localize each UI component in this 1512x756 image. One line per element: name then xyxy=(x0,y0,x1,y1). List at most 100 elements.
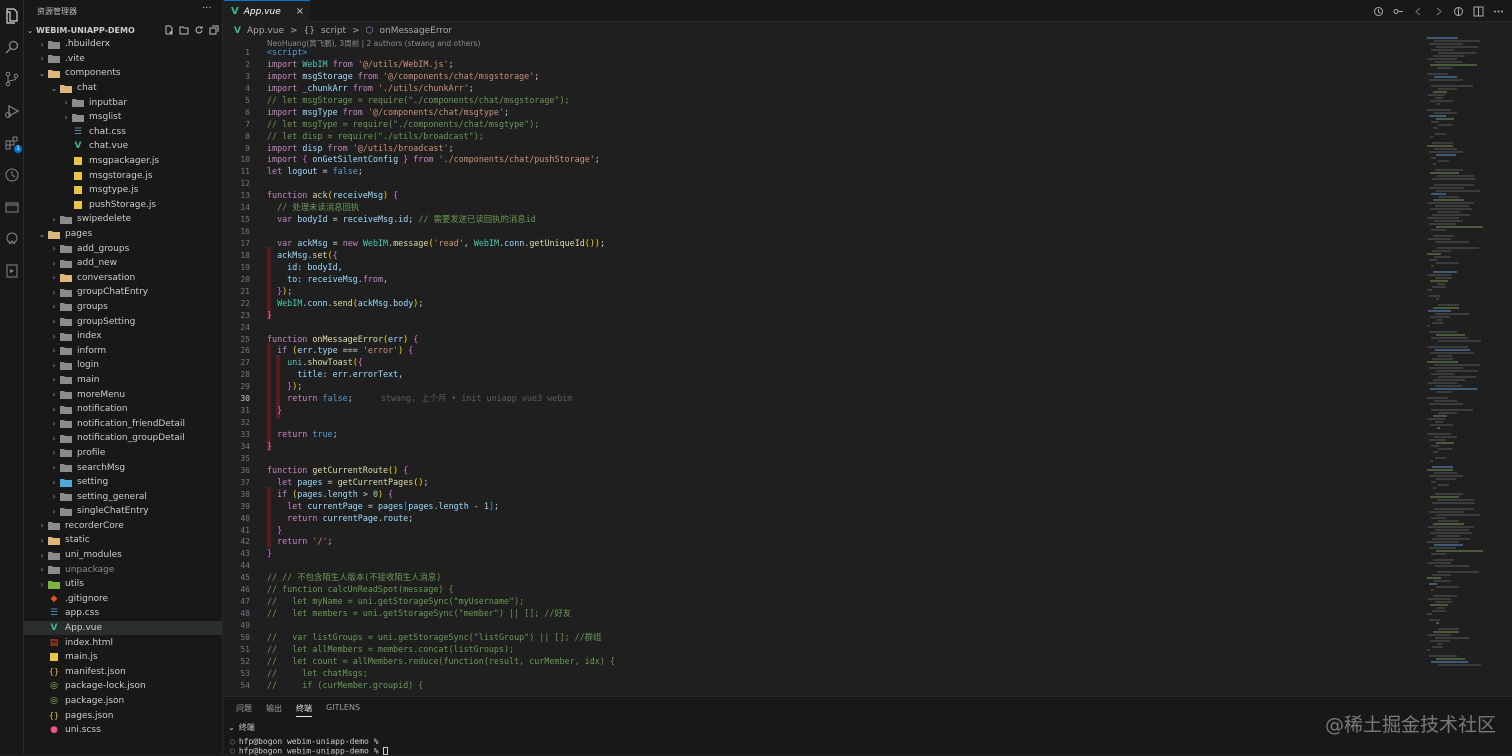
tree-item[interactable]: ⌄ chat xyxy=(24,81,222,96)
timeline-icon[interactable] xyxy=(3,166,21,184)
tree-item[interactable]: ⌄ components xyxy=(24,66,222,81)
panel-tab[interactable]: 输出 xyxy=(266,703,282,717)
tree-item[interactable]: › login xyxy=(24,358,222,373)
tree-item[interactable]: › add_new xyxy=(24,256,222,271)
timeline-history-icon[interactable] xyxy=(1372,5,1384,17)
tree-item[interactable]: › add_groups xyxy=(24,241,222,256)
run-debug-icon[interactable] xyxy=(3,102,21,120)
tree-item[interactable]: V App.vue xyxy=(24,620,222,636)
more-icon[interactable] xyxy=(1492,5,1504,17)
vue-file-icon: V xyxy=(231,6,239,17)
tree-item[interactable]: {} manifest.json xyxy=(24,665,222,680)
breadcrumb-section[interactable]: script xyxy=(321,26,346,36)
tree-item[interactable]: › groupSetting xyxy=(24,314,222,329)
remote-explorer-icon[interactable] xyxy=(3,198,21,216)
split-editor-icon[interactable] xyxy=(1472,5,1484,17)
chevron-right-icon: › xyxy=(40,54,44,64)
minimap[interactable] xyxy=(1427,37,1512,695)
minimap-line xyxy=(1433,631,1459,633)
tree-item[interactable]: ⌄ pages xyxy=(24,227,222,242)
tree-item[interactable]: › .hbuilderx xyxy=(24,37,222,52)
tree-item[interactable]: ☰ chat.css xyxy=(24,125,222,140)
source-control-icon[interactable] xyxy=(3,70,21,88)
tree-item[interactable]: msgpackager.js xyxy=(24,154,222,169)
tree-item[interactable]: › notification_groupDetail xyxy=(24,431,222,446)
minimap-line xyxy=(1433,379,1466,381)
tree-item[interactable]: › groupChatEntry xyxy=(24,285,222,300)
close-icon[interactable]: × xyxy=(296,6,304,17)
minimap-line xyxy=(1431,85,1474,87)
more-actions-button[interactable]: ··· xyxy=(202,3,212,14)
line-number: 32 xyxy=(240,418,250,428)
tree-item[interactable]: › searchMsg xyxy=(24,460,222,475)
code-line: // let msgType = require("./components/c… xyxy=(267,118,540,129)
tree-item[interactable]: ☰ app.css xyxy=(24,606,222,621)
minimap-line xyxy=(1438,340,1481,342)
tab-app-vue[interactable]: V App.vue × xyxy=(224,0,310,22)
terminal-section-header[interactable]: ⌄ 终端 xyxy=(228,722,255,733)
tree-item[interactable]: › setting_general xyxy=(24,489,222,504)
tree-item[interactable]: › static xyxy=(24,533,222,548)
minimap-line xyxy=(1430,316,1450,318)
tree-item[interactable]: Vchat.vue xyxy=(24,139,222,154)
tree-item[interactable]: › main xyxy=(24,373,222,388)
tree-item[interactable]: › swipedelete xyxy=(24,212,222,227)
tree-item[interactable]: main.js xyxy=(24,650,222,665)
tree-item[interactable]: › moreMenu xyxy=(24,387,222,402)
previous-change-icon[interactable] xyxy=(1412,5,1424,17)
minimap-line xyxy=(1431,661,1468,663)
new-file-icon[interactable] xyxy=(163,24,174,35)
tree-item[interactable]: › inputbar xyxy=(24,95,222,110)
panel-tab[interactable]: 问题 xyxy=(236,703,252,717)
next-change-icon[interactable] xyxy=(1432,5,1444,17)
extensions-icon[interactable]: 1 xyxy=(3,134,22,153)
tree-item[interactable]: › utils xyxy=(24,577,222,592)
minimap-line xyxy=(1433,55,1466,57)
search-icon[interactable] xyxy=(3,38,21,56)
chevron-right-icon: › xyxy=(52,492,56,502)
tree-item[interactable]: › msglist xyxy=(24,110,222,125)
tree-item[interactable]: › setting xyxy=(24,475,222,490)
tree-item[interactable]: › inform xyxy=(24,343,222,358)
testing-icon[interactable] xyxy=(3,262,21,280)
tree-item[interactable]: › .vite xyxy=(24,52,222,67)
tree-item[interactable]: › notification_friendDetail xyxy=(24,416,222,431)
minimap-line xyxy=(1431,409,1474,411)
minimap-line xyxy=(1432,502,1475,504)
terminal-output[interactable]: ○ hfp@bogon webim-uniapp-demo % ○ hfp@bogo… xyxy=(230,737,389,756)
panel-tab[interactable]: GITLENS xyxy=(326,703,360,717)
tree-item[interactable]: › unpackage xyxy=(24,562,222,577)
tree-item[interactable]: › notification xyxy=(24,402,222,417)
tree-item[interactable]: › singleChatEntry xyxy=(24,504,222,519)
project-header[interactable]: ⌄ WEBIM-UNIAPP-DEMO xyxy=(24,23,222,37)
tree-item[interactable]: pushStorage.js xyxy=(24,198,222,213)
tree-item[interactable]: ◎ package.json xyxy=(24,694,222,709)
new-folder-icon[interactable] xyxy=(178,24,189,35)
gitlens-inspect-icon[interactable] xyxy=(1452,5,1464,17)
tree-item[interactable]: › recorderCore xyxy=(24,519,222,534)
tree-item[interactable]: › uni_modules xyxy=(24,548,222,563)
line-number: 15 xyxy=(240,215,250,225)
refresh-icon[interactable] xyxy=(193,24,204,35)
code-area[interactable]: <script> import WebIM from '@/utils/WebIM… xyxy=(267,47,1397,692)
tree-item[interactable]: ● uni.scss xyxy=(24,723,222,738)
tree-item[interactable]: ◆ .gitignore xyxy=(24,592,222,607)
tree-item[interactable]: › index xyxy=(24,329,222,344)
breadcrumb-symbol[interactable]: onMessageError xyxy=(379,26,452,36)
minimap-line xyxy=(1436,226,1484,228)
tree-item[interactable]: msgstorage.js xyxy=(24,168,222,183)
compare-changes-icon[interactable] xyxy=(1392,5,1404,17)
panel-tab[interactable]: 终端 xyxy=(296,703,312,717)
tree-item[interactable]: msgtype.js xyxy=(24,183,222,198)
tree-item[interactable]: › profile xyxy=(24,446,222,461)
tree-item[interactable]: ◎ package-lock.json xyxy=(24,679,222,694)
tree-item[interactable]: › groups xyxy=(24,300,222,315)
breadcrumb-file[interactable]: App.vue xyxy=(247,26,284,36)
gitlens-icon[interactable] xyxy=(3,230,21,248)
minimap-line xyxy=(1431,337,1468,339)
tree-item[interactable]: {} pages.json xyxy=(24,708,222,723)
collapse-all-icon[interactable] xyxy=(208,24,219,35)
tree-item[interactable]: › conversation xyxy=(24,271,222,286)
tree-item[interactable]: ▤ index.html xyxy=(24,635,222,650)
explorer-icon[interactable] xyxy=(3,7,21,25)
